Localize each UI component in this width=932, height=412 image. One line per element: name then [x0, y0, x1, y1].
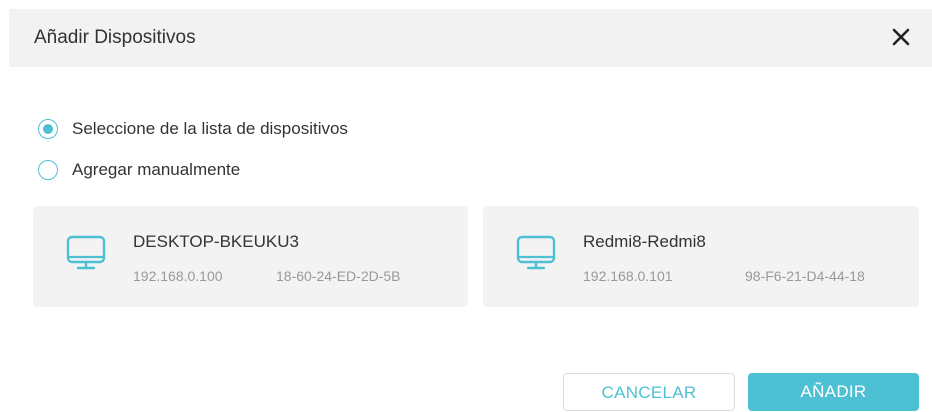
device-card[interactable]: DESKTOP-BKEUKU3 192.168.0.100 18-60-24-E…: [33, 206, 468, 307]
monitor-icon: [66, 234, 106, 274]
radio-select-from-list[interactable]: Seleccione de la lista de dispositivos: [38, 118, 348, 140]
radio-label-from-list: Seleccione de la lista de dispositivos: [72, 119, 348, 138]
device-ip: 192.168.0.100: [133, 268, 223, 284]
device-name: DESKTOP-BKEUKU3: [133, 232, 299, 251]
radio-selected-icon[interactable]: [38, 119, 58, 139]
radio-unselected-icon[interactable]: [38, 160, 58, 180]
dialog-header: Añadir Dispositivos: [9, 9, 932, 67]
radio-label-manual: Agregar manualmente: [72, 160, 241, 179]
cancel-button[interactable]: CANCELAR: [563, 373, 735, 411]
device-mac: 18-60-24-ED-2D-5B: [276, 268, 401, 284]
device-ip: 192.168.0.101: [583, 268, 673, 284]
dialog-title: Añadir Dispositivos: [34, 27, 196, 48]
close-icon[interactable]: [889, 25, 913, 49]
add-button[interactable]: AÑADIR: [748, 373, 919, 411]
device-card[interactable]: Redmi8-Redmi8 192.168.0.101 98-F6-21-D4-…: [483, 206, 919, 307]
radio-add-manually[interactable]: Agregar manualmente: [38, 159, 240, 181]
monitor-icon: [516, 234, 556, 274]
device-name: Redmi8-Redmi8: [583, 232, 706, 251]
device-mac: 98-F6-21-D4-44-18: [745, 268, 865, 284]
